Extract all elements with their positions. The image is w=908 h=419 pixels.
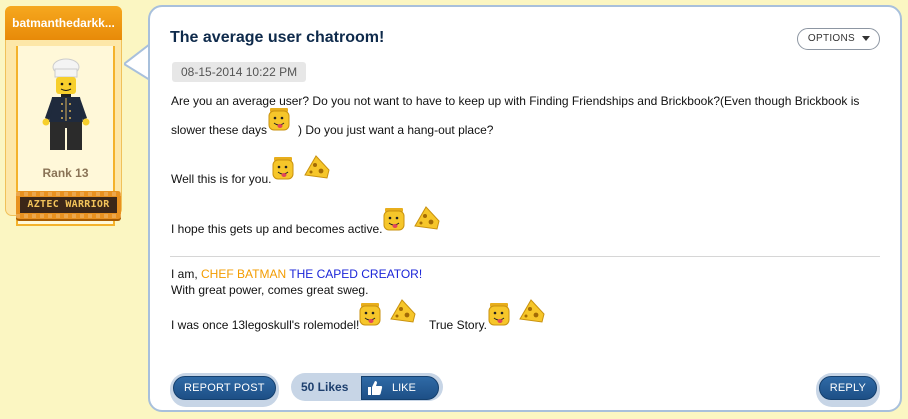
post-line-2a: slower these days: [171, 123, 268, 137]
signature-line-1: I am, CHEF BATMAN THE CAPED CREATOR!: [171, 267, 422, 281]
user-card: batmanthedarkk... Rank 13 AZTEC WARRIOR: [5, 6, 122, 226]
likes-count[interactable]: 50 Likes: [301, 373, 348, 401]
options-button[interactable]: OPTIONS: [796, 28, 880, 50]
post-line-3: Well this is for you.: [171, 172, 272, 186]
post-date: 08-15-2014 10:22 PM: [172, 62, 307, 82]
rank-badge: AZTEC WARRIOR: [16, 191, 121, 219]
post-title[interactable]: The average user chatroom!: [170, 29, 384, 47]
cheese-icon: [519, 299, 545, 323]
minifig-smiley-icon: [268, 108, 290, 131]
report-post-button[interactable]: REPORT POST: [173, 376, 276, 400]
minifig-smiley-icon: [488, 303, 510, 326]
report-post-wrap: REPORT POST: [170, 373, 279, 407]
likes-pill: 50 Likes LIKE: [291, 373, 443, 401]
minifig-smiley-icon: [383, 208, 405, 231]
username-link[interactable]: batmanthedarkk...: [5, 6, 122, 40]
post-panel: The average user chatroom! OPTIONS 08-15…: [148, 5, 902, 412]
minifig-smiley-icon: [272, 157, 294, 180]
chef-minifigure-icon[interactable]: [40, 56, 92, 152]
signature-chef-batman: CHEF BATMAN: [201, 267, 287, 281]
post-line-2b: ) Do you just want a hang-out place?: [298, 123, 494, 137]
signature-line-2: With great power, comes great sweg.: [171, 283, 369, 297]
reply-wrap: REPLY: [815, 373, 880, 407]
reply-button[interactable]: REPLY: [818, 376, 877, 400]
post-line-1: Are you an average user? Do you not want…: [171, 94, 860, 108]
signature-prefix: I am,: [171, 267, 202, 281]
cheese-icon: [304, 155, 330, 179]
post-line-4: I hope this gets up and becomes active.: [171, 222, 383, 236]
thumbs-up-icon: [368, 381, 383, 395]
options-label: OPTIONS: [807, 33, 855, 44]
cheese-icon: [390, 299, 416, 323]
like-label: LIKE: [392, 382, 416, 394]
minifig-smiley-icon: [359, 303, 381, 326]
chevron-down-icon: [862, 36, 870, 41]
signature-line-3b: True Story.: [429, 318, 488, 332]
signature-caped-creator: THE CAPED CREATOR!: [286, 267, 423, 281]
signature-divider: [170, 256, 880, 257]
speech-pointer: [124, 43, 150, 81]
cheese-icon: [414, 206, 440, 230]
signature-line-3a: I was once 13legoskull's rolemodel!: [171, 318, 360, 332]
rank-badge-label: AZTEC WARRIOR: [20, 197, 117, 213]
like-button[interactable]: LIKE: [361, 376, 439, 400]
user-rank: Rank 13: [42, 166, 89, 180]
